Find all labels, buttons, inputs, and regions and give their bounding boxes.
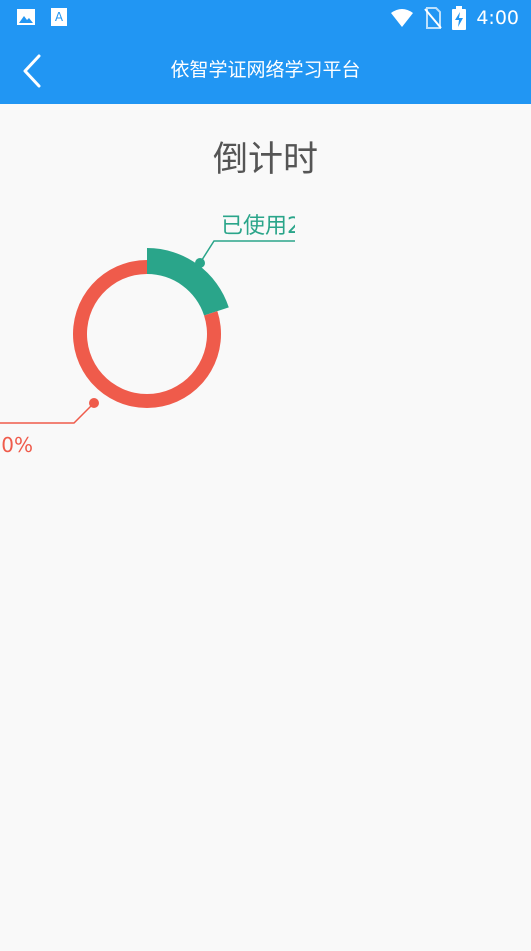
status-left-icons: A	[16, 7, 68, 27]
app-title: 依智学证网络学习平台	[170, 59, 361, 81]
content-area: 倒计时 已使用2 80%	[0, 104, 531, 951]
slice-label-remaining: 80%	[0, 433, 33, 457]
back-button[interactable]	[14, 51, 50, 91]
leader-line-remaining	[0, 402, 95, 424]
slice-used	[147, 248, 229, 316]
svg-text:A: A	[55, 10, 64, 24]
status-time: 4:00	[476, 7, 519, 29]
battery-charging-icon	[452, 6, 467, 30]
no-sim-icon	[424, 7, 443, 29]
leader-dot-remaining	[89, 398, 99, 408]
slice-label-used: 已使用2	[221, 214, 301, 239]
image-icon	[17, 9, 35, 25]
status-bar: A 4:00	[0, 0, 531, 37]
countdown-donut-chart: 已使用2 80%	[0, 214, 301, 457]
wifi-icon	[391, 9, 414, 27]
leader-line-used	[199, 240, 295, 264]
chevron-left-icon	[23, 54, 41, 88]
text-a-icon: A	[51, 8, 67, 26]
leader-dot-used	[195, 258, 205, 268]
app-bar: 依智学证网络学习平台	[0, 37, 531, 104]
status-right-icons: 4:00	[390, 6, 519, 30]
